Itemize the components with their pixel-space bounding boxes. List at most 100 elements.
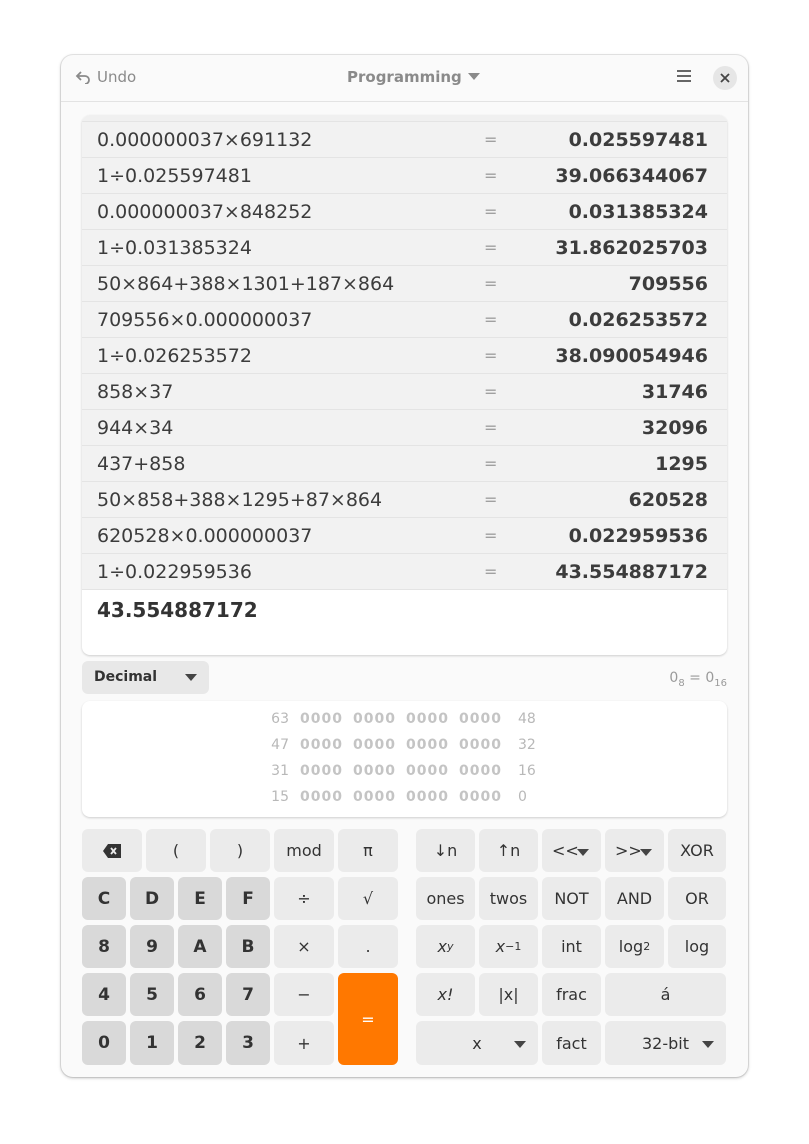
current-display[interactable]: 43.554887172: [97, 598, 258, 622]
bit-nibble[interactable]: 0000: [300, 711, 343, 727]
bit-nibble[interactable]: 0000: [353, 737, 396, 753]
history-result[interactable]: 0.022959536: [569, 525, 708, 547]
history-row[interactable]: 1÷0.031385324 = 31.862025703: [82, 230, 727, 266]
hex-d-button[interactable]: D: [130, 877, 174, 920]
digit-6-button[interactable]: 6: [178, 973, 222, 1016]
bit-nibble[interactable]: 0000: [300, 789, 343, 805]
digit-4-button[interactable]: 4: [82, 973, 126, 1016]
history-row[interactable]: 50×858+388×1295+87×864 = 620528: [82, 482, 727, 518]
close-button[interactable]: [713, 66, 737, 90]
digit-3-button[interactable]: 3: [226, 1021, 270, 1065]
undo-button[interactable]: Undo: [75, 68, 136, 86]
history-row[interactable]: 1÷0.025597481 = 39.066344067: [82, 158, 727, 194]
history-row[interactable]: 709556×0.000000037 = 0.026253572: [82, 302, 727, 338]
digit-0-button[interactable]: 0: [82, 1021, 126, 1065]
history-result[interactable]: 620528: [629, 489, 708, 511]
shift-right-dropdown[interactable]: >>: [605, 829, 664, 872]
bit-nibble[interactable]: 0000: [459, 737, 502, 753]
digit-7-button[interactable]: 7: [226, 973, 270, 1016]
bit-nibble[interactable]: 0000: [406, 737, 449, 753]
bit-nibble[interactable]: 0000: [459, 789, 502, 805]
digit-8-button[interactable]: 8: [82, 925, 126, 968]
inverse-button[interactable]: x −1: [479, 925, 538, 968]
history-expression: 1÷0.026253572: [97, 345, 252, 367]
digit-9-button[interactable]: 9: [130, 925, 174, 968]
integer-button[interactable]: int: [542, 925, 601, 968]
ones-complement-button[interactable]: ones: [416, 877, 475, 920]
history-row[interactable]: 437+858 = 1295: [82, 446, 727, 482]
shift-down-button[interactable]: ↓n: [416, 829, 475, 872]
history-result[interactable]: 32096: [642, 417, 708, 439]
insert-character-button[interactable]: á: [605, 973, 726, 1016]
fraction-button[interactable]: frac: [542, 973, 601, 1016]
history-result[interactable]: 31.862025703: [555, 237, 708, 259]
history-result[interactable]: 43.554887172: [555, 561, 708, 583]
history-row[interactable]: 0.000000037×848252 = 0.031385324: [82, 194, 727, 230]
variable-dropdown[interactable]: x: [416, 1021, 538, 1065]
bit-nibble[interactable]: 0000: [406, 763, 449, 779]
history-result[interactable]: 39.066344067: [555, 165, 708, 187]
history-result[interactable]: 0.031385324: [569, 201, 708, 223]
history-result[interactable]: 1295: [655, 453, 708, 475]
main-menu-button[interactable]: [676, 68, 692, 88]
number-base-dropdown[interactable]: Decimal: [82, 661, 209, 694]
hex-b-button[interactable]: B: [226, 925, 270, 968]
shift-up-button[interactable]: ↑n: [479, 829, 538, 872]
history-row[interactable]: 944×34 = 32096: [82, 410, 727, 446]
history-result[interactable]: 38.090054946: [555, 345, 708, 367]
mode-selector[interactable]: Programming: [347, 68, 480, 86]
xor-button[interactable]: XOR: [668, 829, 726, 872]
backspace-button[interactable]: [82, 829, 142, 872]
bit-nibble[interactable]: 0000: [300, 763, 343, 779]
digit-2-button[interactable]: 2: [178, 1021, 222, 1065]
history-row[interactable]: 1÷0.022959536 = 43.554887172: [82, 554, 727, 590]
history-result[interactable]: 0.026253572: [569, 309, 708, 331]
log-button[interactable]: log: [668, 925, 726, 968]
bit-nibble[interactable]: 0000: [459, 711, 502, 727]
history-result[interactable]: 31746: [642, 381, 708, 403]
history-row[interactable]: 50×864+388×1301+187×864 = 709556: [82, 266, 727, 302]
history-result[interactable]: 709556: [629, 273, 708, 295]
mod-button[interactable]: mod: [274, 829, 334, 872]
word-size-dropdown[interactable]: 32-bit: [605, 1021, 726, 1065]
shift-left-dropdown[interactable]: <<: [542, 829, 601, 872]
bit-nibble[interactable]: 0000: [406, 789, 449, 805]
or-button[interactable]: OR: [668, 877, 726, 920]
digit-5-button[interactable]: 5: [130, 973, 174, 1016]
history-result[interactable]: 0.025597481: [569, 129, 708, 151]
bit-nibble[interactable]: 0000: [353, 763, 396, 779]
bit-nibble[interactable]: 0000: [353, 789, 396, 805]
hex-c-button[interactable]: C: [82, 877, 126, 920]
factorial-button[interactable]: x!: [416, 973, 475, 1016]
not-button[interactable]: NOT: [542, 877, 601, 920]
history-row[interactable]: 858×37 = 31746: [82, 374, 727, 410]
decimal-point-button[interactable]: .: [338, 925, 398, 968]
bit-nibble[interactable]: 0000: [459, 763, 502, 779]
bit-nibble[interactable]: 0000: [353, 711, 396, 727]
hex-f-button[interactable]: F: [226, 877, 270, 920]
pi-button[interactable]: π: [338, 829, 398, 872]
history-row[interactable]: 1÷0.026253572 = 38.090054946: [82, 338, 727, 374]
multiply-button[interactable]: ×: [274, 925, 334, 968]
log2-button[interactable]: log 2: [605, 925, 664, 968]
bit-nibble[interactable]: 0000: [406, 711, 449, 727]
factorize-button[interactable]: fact: [542, 1021, 601, 1065]
and-button[interactable]: AND: [605, 877, 664, 920]
open-paren-button[interactable]: (: [146, 829, 206, 872]
history-equals-sign: =: [484, 166, 498, 185]
sqrt-button[interactable]: √: [338, 877, 398, 920]
equals-button[interactable]: =: [338, 973, 398, 1065]
absolute-value-button[interactable]: |x|: [479, 973, 538, 1016]
add-button[interactable]: +: [274, 1021, 334, 1065]
hex-e-button[interactable]: E: [178, 877, 222, 920]
subtract-button[interactable]: −: [274, 973, 334, 1016]
twos-complement-button[interactable]: twos: [479, 877, 538, 920]
bit-nibble[interactable]: 0000: [300, 737, 343, 753]
close-paren-button[interactable]: ): [210, 829, 270, 872]
history-row[interactable]: 0.000000037×691132 = 0.025597481: [82, 122, 727, 158]
digit-1-button[interactable]: 1: [130, 1021, 174, 1065]
power-button[interactable]: xy: [416, 925, 475, 968]
history-row[interactable]: 620528×0.000000037 = 0.022959536: [82, 518, 727, 554]
divide-button[interactable]: ÷: [274, 877, 334, 920]
hex-a-button[interactable]: A: [178, 925, 222, 968]
